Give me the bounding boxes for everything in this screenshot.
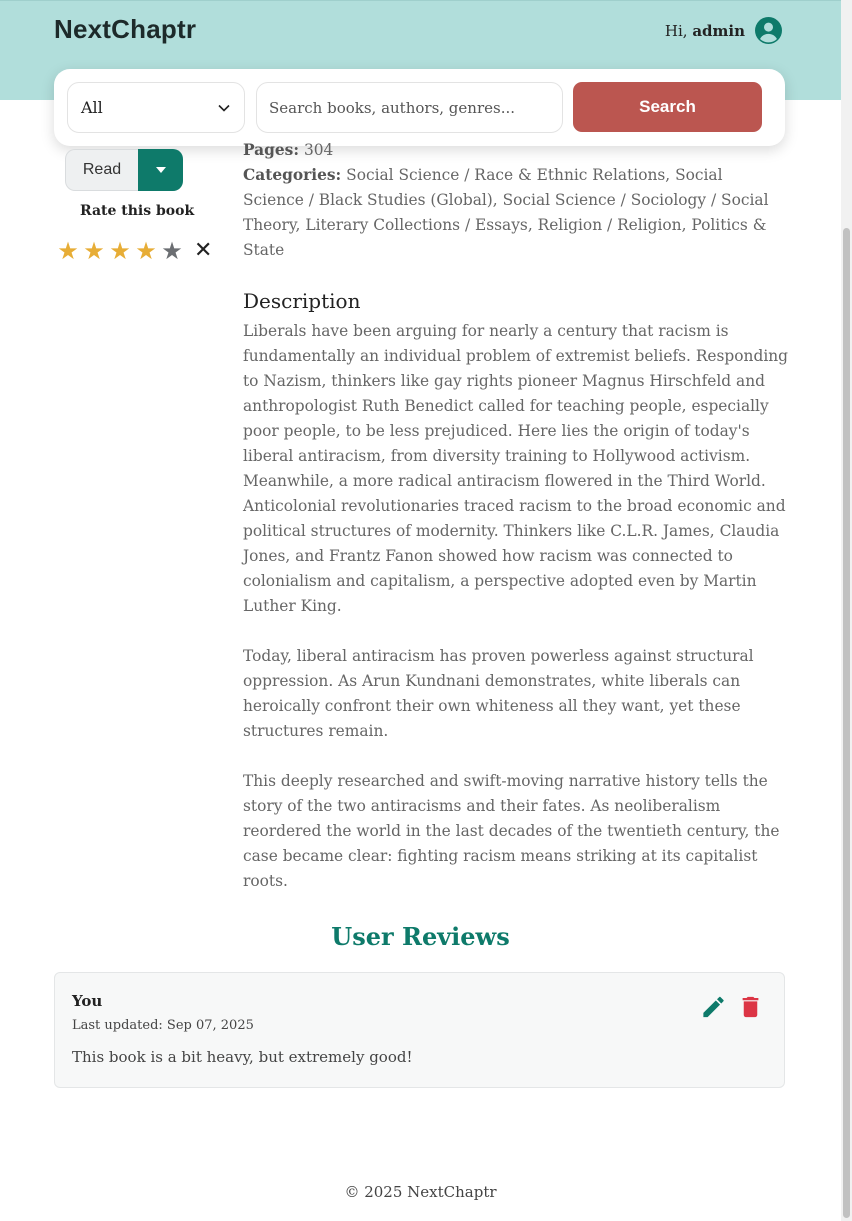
pages-value: 304 — [303, 141, 334, 159]
book-details: Pages: 304 Categories: Social Science / … — [243, 138, 788, 894]
review-author: You — [72, 992, 103, 1010]
review-date: Last updated: Sep 07, 2025 — [72, 1018, 254, 1033]
description-paragraph: Liberals have been arguing for nearly a … — [243, 322, 788, 615]
description-body: Liberals have been arguing for nearly a … — [243, 319, 788, 894]
review-actions — [700, 993, 764, 1021]
page-scrollbar[interactable] — [841, 0, 852, 1221]
star-icon-4[interactable]: ★ — [134, 239, 158, 263]
user-circle-icon[interactable] — [755, 17, 782, 44]
review-text: This book is a bit heavy, but extremely … — [72, 1048, 413, 1066]
reading-status-button[interactable]: Read — [65, 149, 138, 191]
search-button[interactable]: Search — [573, 82, 762, 132]
star-rating: ★ ★ ★ ★ ★ ✕ — [56, 239, 212, 263]
reading-status-split-button: Read — [65, 149, 183, 191]
brand-logo[interactable]: NextChaptr — [54, 14, 196, 45]
star-icon-3[interactable]: ★ — [108, 239, 132, 263]
star-icon-2[interactable]: ★ — [82, 239, 106, 263]
username: admin — [692, 21, 745, 40]
pages-row: Pages: 304 — [243, 141, 334, 159]
user-menu[interactable]: Hi, admin — [665, 17, 782, 44]
caret-down-icon — [155, 167, 166, 173]
search-input[interactable] — [256, 82, 563, 133]
description-heading: Description — [243, 289, 361, 313]
edit-pencil-icon[interactable] — [700, 993, 727, 1021]
search-bar: All Search — [54, 69, 785, 146]
chevron-down-icon — [218, 104, 230, 112]
reading-status-dropdown-toggle[interactable] — [138, 149, 183, 191]
scrollbar-thumb[interactable] — [843, 228, 850, 1218]
description-paragraph: This deeply researched and swift-moving … — [243, 772, 780, 890]
review-card: You Last updated: Sep 07, 2025 This book… — [54, 972, 785, 1088]
rate-book-label: Rate this book — [80, 203, 195, 219]
greeting: Hi, admin — [664, 21, 745, 40]
categories-row: Categories: Social Science / Race & Ethn… — [243, 166, 769, 259]
category-filter-select[interactable]: All — [67, 82, 245, 133]
footer-copyright: © 2025 NextChaptr — [344, 1183, 497, 1201]
filter-selected-value: All — [81, 98, 103, 117]
delete-trash-icon[interactable] — [737, 993, 764, 1021]
star-icon-1[interactable]: ★ — [56, 239, 80, 263]
description-paragraph: Today, liberal antiracism has proven pow… — [243, 647, 754, 740]
star-icon-5[interactable]: ★ — [160, 239, 184, 263]
clear-rating-icon[interactable]: ✕ — [194, 240, 212, 262]
user-reviews-heading: User Reviews — [331, 922, 510, 951]
